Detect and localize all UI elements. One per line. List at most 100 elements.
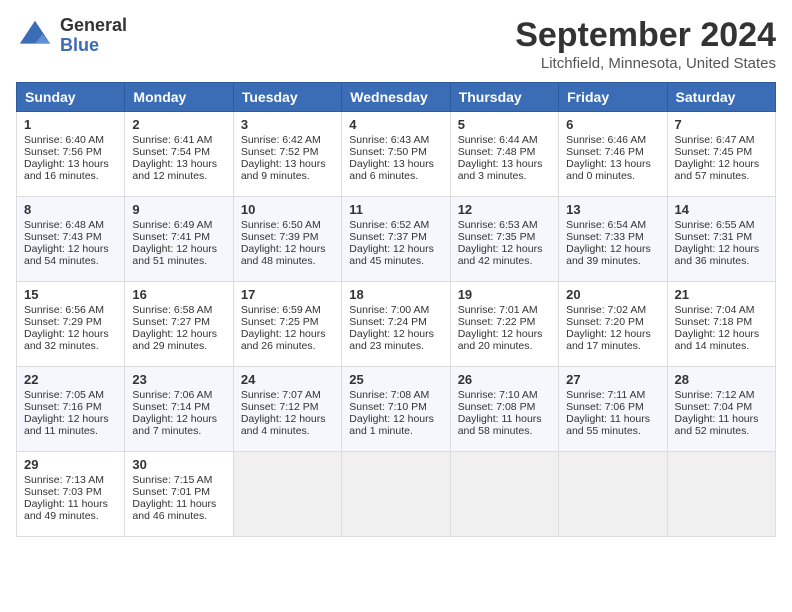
day-info-line: Daylight: 13 hours — [349, 158, 442, 170]
day-info-line: and 16 minutes. — [24, 170, 117, 182]
day-info-line: Sunset: 7:18 PM — [675, 316, 768, 328]
day-info-line: and 0 minutes. — [566, 170, 659, 182]
day-number: 21 — [675, 287, 768, 302]
calendar-cell: 4Sunrise: 6:43 AMSunset: 7:50 PMDaylight… — [342, 112, 450, 197]
day-info-line: Sunrise: 6:53 AM — [458, 219, 551, 231]
day-info-line: Sunset: 7:37 PM — [349, 231, 442, 243]
calendar-cell: 22Sunrise: 7:05 AMSunset: 7:16 PMDayligh… — [17, 367, 125, 452]
day-info-line: and 42 minutes. — [458, 255, 551, 267]
title-block: September 2024 Litchfield, Minnesota, Un… — [515, 16, 776, 72]
day-info-line: and 32 minutes. — [24, 340, 117, 352]
day-number: 9 — [132, 202, 225, 217]
day-info-line: Sunrise: 6:55 AM — [675, 219, 768, 231]
day-info-line: and 51 minutes. — [132, 255, 225, 267]
day-info-line: Daylight: 12 hours — [566, 328, 659, 340]
calendar-cell: 20Sunrise: 7:02 AMSunset: 7:20 PMDayligh… — [559, 282, 667, 367]
day-number: 3 — [241, 117, 334, 132]
day-info-line: Sunset: 7:39 PM — [241, 231, 334, 243]
calendar-cell: 6Sunrise: 6:46 AMSunset: 7:46 PMDaylight… — [559, 112, 667, 197]
day-info-line: and 48 minutes. — [241, 255, 334, 267]
day-info-line: Sunrise: 7:01 AM — [458, 304, 551, 316]
day-info-line: and 4 minutes. — [241, 425, 334, 437]
day-number: 10 — [241, 202, 334, 217]
day-info-line: Daylight: 11 hours — [24, 498, 117, 510]
day-info-line: and 14 minutes. — [675, 340, 768, 352]
day-info-line: Sunrise: 6:59 AM — [241, 304, 334, 316]
calendar-cell: 5Sunrise: 6:44 AMSunset: 7:48 PMDaylight… — [450, 112, 558, 197]
day-info-line: and 36 minutes. — [675, 255, 768, 267]
calendar-title: September 2024 — [515, 16, 776, 55]
weekday-header-saturday: Saturday — [667, 83, 775, 112]
weekday-header-wednesday: Wednesday — [342, 83, 450, 112]
calendar-cell — [342, 452, 450, 537]
day-info-line: and 6 minutes. — [349, 170, 442, 182]
day-info-line: Sunset: 7:10 PM — [349, 401, 442, 413]
day-info-line: Daylight: 13 hours — [241, 158, 334, 170]
day-number: 30 — [132, 457, 225, 472]
day-info-line: Daylight: 11 hours — [566, 413, 659, 425]
calendar-cell: 27Sunrise: 7:11 AMSunset: 7:06 PMDayligh… — [559, 367, 667, 452]
day-number: 26 — [458, 372, 551, 387]
day-info-line: and 46 minutes. — [132, 510, 225, 522]
day-info-line: and 11 minutes. — [24, 425, 117, 437]
day-info-line: Sunset: 7:35 PM — [458, 231, 551, 243]
day-info-line: Sunset: 7:08 PM — [458, 401, 551, 413]
day-info-line: Sunset: 7:06 PM — [566, 401, 659, 413]
day-info-line: Daylight: 11 hours — [132, 498, 225, 510]
day-info-line: Sunset: 7:52 PM — [241, 146, 334, 158]
day-info-line: Sunrise: 6:54 AM — [566, 219, 659, 231]
day-info-line: Sunset: 7:14 PM — [132, 401, 225, 413]
day-info-line: Daylight: 13 hours — [566, 158, 659, 170]
day-info-line: Sunrise: 6:47 AM — [675, 134, 768, 146]
day-info-line: Daylight: 12 hours — [241, 243, 334, 255]
day-info-line: Sunrise: 6:42 AM — [241, 134, 334, 146]
weekday-header-row: SundayMondayTuesdayWednesdayThursdayFrid… — [17, 83, 776, 112]
header: General Blue September 2024 Litchfield, … — [16, 16, 776, 72]
day-info-line: and 26 minutes. — [241, 340, 334, 352]
day-number: 11 — [349, 202, 442, 217]
logo-text: General Blue — [60, 16, 127, 56]
calendar-cell: 10 Sunrise: 6:50 AMSunset: 7:39 PMDayligh… — [233, 197, 341, 282]
week-row-3: 15Sunrise: 6:56 AMSunset: 7:29 PMDayligh… — [17, 282, 776, 367]
calendar-cell: 11Sunrise: 6:52 AMSunset: 7:37 PMDayligh… — [342, 197, 450, 282]
day-info-line: and 9 minutes. — [241, 170, 334, 182]
day-info-line: Sunrise: 6:52 AM — [349, 219, 442, 231]
calendar-cell: 28Sunrise: 7:12 AMSunset: 7:04 PMDayligh… — [667, 367, 775, 452]
day-info-line: and 54 minutes. — [24, 255, 117, 267]
day-info-line: Sunrise: 7:12 AM — [675, 389, 768, 401]
day-info-line: Sunset: 7:27 PM — [132, 316, 225, 328]
day-info-line: Sunrise: 6:40 AM — [24, 134, 117, 146]
weekday-header-friday: Friday — [559, 83, 667, 112]
day-info-line: Daylight: 13 hours — [24, 158, 117, 170]
calendar-subtitle: Litchfield, Minnesota, United States — [515, 55, 776, 72]
day-info-line: Sunset: 7:12 PM — [241, 401, 334, 413]
day-info-line: Daylight: 12 hours — [349, 413, 442, 425]
day-info-line: Sunset: 7:54 PM — [132, 146, 225, 158]
calendar-cell: 23Sunrise: 7:06 AMSunset: 7:14 PMDayligh… — [125, 367, 233, 452]
day-number: 15 — [24, 287, 117, 302]
day-info-line: Sunset: 7:04 PM — [675, 401, 768, 413]
day-info-line: Daylight: 12 hours — [24, 243, 117, 255]
day-info-line: Daylight: 12 hours — [458, 243, 551, 255]
day-info-line: Daylight: 12 hours — [132, 328, 225, 340]
day-info-line: and 45 minutes. — [349, 255, 442, 267]
day-info-line: Sunset: 7:01 PM — [132, 486, 225, 498]
day-info-line: and 20 minutes. — [458, 340, 551, 352]
day-info-line: Daylight: 13 hours — [132, 158, 225, 170]
day-number: 16 — [132, 287, 225, 302]
calendar-cell: 16Sunrise: 6:58 AMSunset: 7:27 PMDayligh… — [125, 282, 233, 367]
day-info-line: Sunrise: 6:50 AM — [241, 219, 334, 231]
calendar-cell: 25Sunrise: 7:08 AMSunset: 7:10 PMDayligh… — [342, 367, 450, 452]
day-number: 2 — [132, 117, 225, 132]
day-number: 18 — [349, 287, 442, 302]
calendar-cell: 29Sunrise: 7:13 AMSunset: 7:03 PMDayligh… — [17, 452, 125, 537]
calendar-cell — [667, 452, 775, 537]
day-info-line: Sunrise: 7:06 AM — [132, 389, 225, 401]
calendar-cell — [450, 452, 558, 537]
calendar-cell: 12Sunrise: 6:53 AMSunset: 7:35 PMDayligh… — [450, 197, 558, 282]
logo-line1: General — [60, 16, 127, 36]
day-info-line: Sunset: 7:25 PM — [241, 316, 334, 328]
logo: General Blue — [16, 16, 127, 56]
calendar-cell — [233, 452, 341, 537]
calendar-cell: 2Sunrise: 6:41 AMSunset: 7:54 PMDaylight… — [125, 112, 233, 197]
